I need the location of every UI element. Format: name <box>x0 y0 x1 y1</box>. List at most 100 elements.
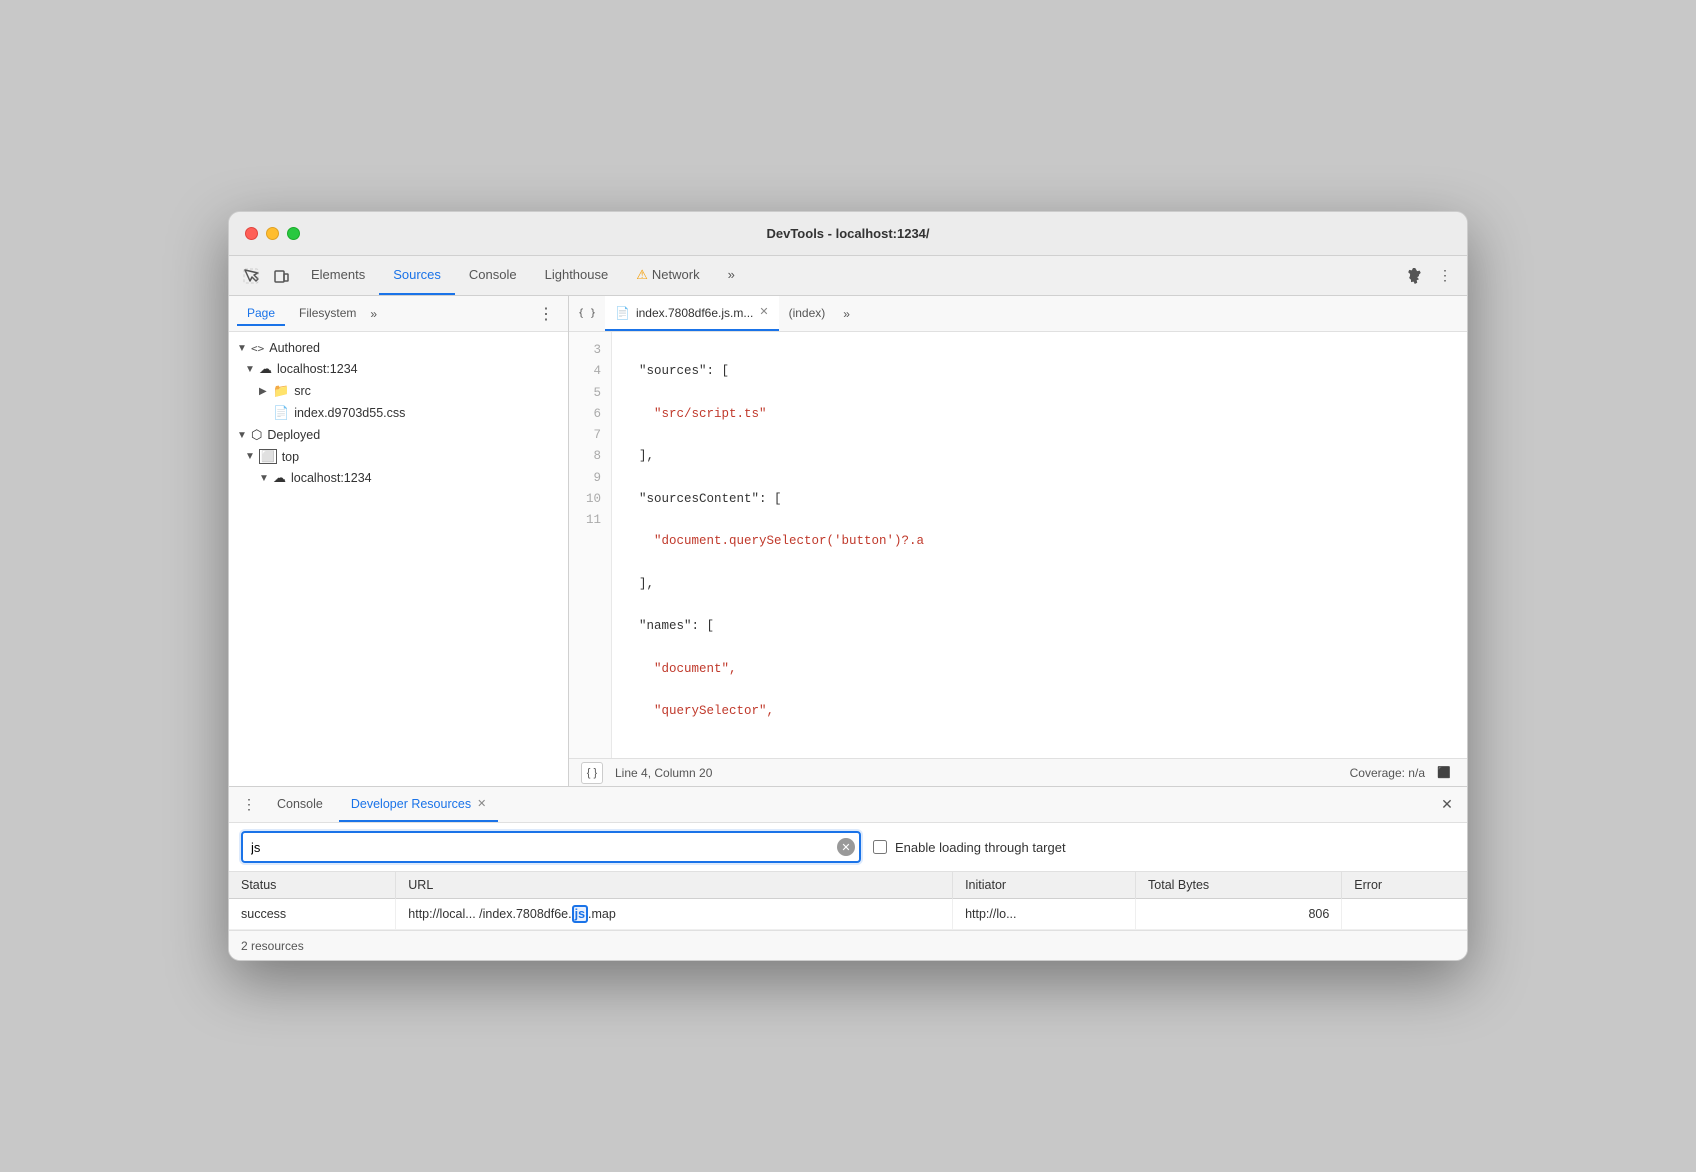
right-panel: { } 📄 index.7808df6e.js.m... ✕ (index) »… <box>569 296 1467 786</box>
tree-item-src[interactable]: ▶ 📁 src <box>229 380 568 402</box>
editor-status-bar: { } Line 4, Column 20 Coverage: n/a ⬛ <box>569 758 1467 786</box>
bottom-tab-close-dev-resources[interactable]: ✕ <box>477 797 486 810</box>
tree-item-css[interactable]: ▶ 📄 index.d9703d55.css <box>229 402 568 424</box>
device-toolbar-icon[interactable] <box>267 262 295 290</box>
resources-table: Status URL Initiator Total Bytes Error s… <box>229 872 1467 930</box>
more-vert-icon: ⋮ <box>1438 267 1452 284</box>
left-panel-menu-button[interactable]: ⋮ <box>532 302 560 326</box>
cell-initiator: http://lo... <box>953 899 1136 930</box>
left-panel: Page Filesystem » ⋮ ▼ <> Authored <box>229 296 569 786</box>
cloud-icon-deployed: ☁ <box>273 470 286 486</box>
maximize-button[interactable] <box>287 227 300 240</box>
search-container: ✕ <box>241 831 861 863</box>
tree-label-top: top <box>282 450 299 464</box>
search-clear-button[interactable]: ✕ <box>837 838 855 856</box>
code-content: "sources": [ "src/script.ts" ], "sources… <box>612 332 1467 758</box>
bottom-tab-dev-resources[interactable]: Developer Resources ✕ <box>339 787 498 822</box>
editor-tabs: { } 📄 index.7808df6e.js.m... ✕ (index) » <box>569 296 1467 332</box>
resources-count: 2 resources <box>241 939 304 953</box>
editor-tab-more[interactable]: » <box>835 307 858 321</box>
tree-label-localhost-authored: localhost:1234 <box>277 362 358 376</box>
folder-icon: 📁 <box>273 383 289 399</box>
left-tab-more[interactable]: » <box>370 307 377 321</box>
minimize-button[interactable] <box>266 227 279 240</box>
close-all-panels-button[interactable]: ✕ <box>1435 793 1459 817</box>
tab-sources[interactable]: Sources <box>379 256 455 295</box>
tree-item-localhost-deployed[interactable]: ▼ ☁ localhost:1234 <box>229 467 568 489</box>
bottom-status-bar: 2 resources <box>229 930 1467 960</box>
tree-item-localhost-authored[interactable]: ▼ ☁ localhost:1234 <box>229 358 568 380</box>
cell-url: http://local... /index.7808df6e.js.map <box>396 899 953 930</box>
editor-tab-index[interactable]: (index) <box>779 296 836 331</box>
cursor-position: Line 4, Column 20 <box>615 766 712 780</box>
tree-arrow-deployed: ▼ <box>237 430 251 441</box>
col-header-error: Error <box>1342 872 1467 899</box>
tree-item-deployed[interactable]: ▼ ⬡ Deployed <box>229 424 568 446</box>
url-text-before: http://local... /index.7808df6e. <box>408 907 571 921</box>
left-tab-page[interactable]: Page <box>237 302 285 326</box>
tab-console[interactable]: Console <box>455 256 531 295</box>
file-icon: 📄 <box>615 306 630 320</box>
url-text-after: .map <box>588 907 616 921</box>
tree-arrow-localhost-deployed: ▼ <box>259 473 273 484</box>
left-tab-filesystem[interactable]: Filesystem <box>289 302 366 326</box>
col-header-url: URL <box>396 872 953 899</box>
format-code-button[interactable]: { } <box>573 300 601 328</box>
format-braces-icon: { } <box>578 308 596 319</box>
tree-label-css: index.d9703d55.css <box>294 406 405 420</box>
tab-network[interactable]: ⚠ Network <box>622 256 713 295</box>
col-header-initiator: Initiator <box>953 872 1136 899</box>
editor-tab-sourcemap[interactable]: 📄 index.7808df6e.js.m... ✕ <box>605 296 779 331</box>
file-tree: ▼ <> Authored ▼ ☁ localhost:1234 ▶ 📁 src <box>229 332 568 786</box>
bottom-tab-dots[interactable]: ⋮ <box>237 793 261 817</box>
more-options-icon[interactable]: ⋮ <box>1431 262 1459 290</box>
toolbar-right: ⋮ <box>1399 262 1459 290</box>
css-file-icon: 📄 <box>273 405 289 421</box>
cell-bytes: 806 <box>1136 899 1342 930</box>
bottom-tab-console[interactable]: Console <box>265 787 335 822</box>
cell-status: success <box>229 899 396 930</box>
tree-item-top[interactable]: ▼ ⬜ top <box>229 446 568 467</box>
top-frame-icon: ⬜ <box>259 449 277 464</box>
line-numbers: 3 4 5 6 7 8 9 10 11 <box>569 332 612 758</box>
bottom-panel: ⋮ Console Developer Resources ✕ ✕ ✕ Enab… <box>229 786 1467 960</box>
network-warn-icon: ⚠ <box>636 267 648 283</box>
tree-arrow-localhost-authored: ▼ <box>245 364 259 375</box>
cell-error <box>1342 899 1467 930</box>
tree-label-localhost-deployed: localhost:1234 <box>291 471 372 485</box>
tab-lighthouse[interactable]: Lighthouse <box>531 256 623 295</box>
tree-label-authored: Authored <box>269 341 320 355</box>
editor-tab-close-sourcemap[interactable]: ✕ <box>759 307 768 318</box>
table-body: success http://local... /index.7808df6e.… <box>229 899 1467 930</box>
tree-arrow-src: ▶ <box>259 386 273 397</box>
main-tab-bar: Elements Sources Console Lighthouse ⚠ Ne… <box>297 256 1397 295</box>
left-panel-tabs: Page Filesystem » ⋮ <box>229 296 568 332</box>
tree-arrow-top: ▼ <box>245 451 259 462</box>
table-header: Status URL Initiator Total Bytes Error <box>229 872 1467 899</box>
tree-arrow-authored: ▼ <box>237 343 251 354</box>
tree-label-deployed: Deployed <box>267 428 320 442</box>
top-toolbar: Elements Sources Console Lighthouse ⚠ Ne… <box>229 256 1467 296</box>
enable-loading-label: Enable loading through target <box>895 840 1066 855</box>
enable-loading-checkbox[interactable] <box>873 840 887 854</box>
title-bar: DevTools - localhost:1234/ <box>229 212 1467 256</box>
tree-item-authored[interactable]: ▼ <> Authored <box>229 338 568 358</box>
tab-more[interactable]: » <box>714 256 749 295</box>
code-icon: <> <box>251 342 264 355</box>
inspect-icon[interactable] <box>237 262 265 290</box>
coverage-screenshot-button[interactable]: ⬛ <box>1433 762 1455 784</box>
search-row: ✕ Enable loading through target <box>229 823 1467 872</box>
devtools-window: DevTools - localhost:1234/ Elements Sour… <box>228 211 1468 961</box>
settings-icon[interactable] <box>1399 262 1427 290</box>
deployed-icon: ⬡ <box>251 427 262 443</box>
table-row[interactable]: success http://local... /index.7808df6e.… <box>229 899 1467 930</box>
window-controls <box>245 227 300 240</box>
pretty-print-button[interactable]: { } <box>581 762 603 784</box>
cloud-icon-authored: ☁ <box>259 361 272 377</box>
code-editor[interactable]: 3 4 5 6 7 8 9 10 11 "sources": [ "src/sc… <box>569 332 1467 758</box>
window-title: DevTools - localhost:1234/ <box>766 226 929 241</box>
bottom-tabs: ⋮ Console Developer Resources ✕ ✕ <box>229 787 1467 823</box>
close-button[interactable] <box>245 227 258 240</box>
tab-elements[interactable]: Elements <box>297 256 379 295</box>
search-input[interactable] <box>241 831 861 863</box>
